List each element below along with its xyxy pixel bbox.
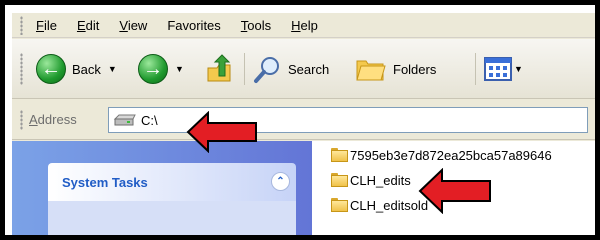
menu-edit[interactable]: Edit: [77, 18, 99, 33]
search-icon: [254, 57, 279, 83]
screenshot-frame: File Edit View Favorites Tools Help ← Ba…: [0, 0, 600, 240]
toolbar-grip[interactable]: [20, 53, 23, 85]
forward-arrow-icon: →: [138, 54, 168, 84]
up-folder-icon: [207, 54, 231, 82]
collapse-chevron-icon[interactable]: ⌃: [271, 172, 290, 191]
menu-bar: File Edit View Favorites Tools Help: [12, 13, 595, 38]
search-label: Search: [288, 61, 330, 77]
folders-icon: [356, 60, 386, 81]
system-tasks-header[interactable]: System Tasks ⌃: [48, 163, 296, 201]
task-pane: System Tasks ⌃: [12, 141, 312, 235]
back-button[interactable]: ← Back ▼: [36, 49, 117, 89]
menu-view[interactable]: View: [119, 18, 147, 33]
back-arrow-icon: ←: [36, 54, 66, 84]
back-dropdown-icon[interactable]: ▼: [108, 64, 117, 74]
system-tasks-body: [48, 201, 296, 235]
menu-tools[interactable]: Tools: [241, 18, 271, 33]
toolbar-separator: [475, 53, 476, 85]
views-icon: [484, 57, 512, 81]
search-button[interactable]: Search: [252, 49, 329, 89]
menu-favorites[interactable]: Favorites: [167, 18, 220, 33]
system-tasks-panel: System Tasks ⌃: [48, 163, 296, 235]
hard-drive-icon: [113, 114, 136, 125]
address-input[interactable]: C:\: [108, 107, 588, 133]
folders-button[interactable]: Folders: [355, 49, 436, 89]
folders-label: Folders: [393, 61, 437, 77]
back-label: Back: [72, 61, 101, 77]
annotation-arrow-address: [186, 111, 257, 153]
folder-name: 7595eb3e7d872ea25bca57a89646: [350, 147, 552, 163]
folder-icon: [331, 148, 348, 162]
list-item[interactable]: CLH_editsold: [331, 195, 428, 215]
folder-name: CLH_editsold: [350, 197, 429, 213]
address-grip[interactable]: [20, 110, 23, 130]
address-value: C:\: [141, 112, 158, 128]
forward-button[interactable]: → ▼: [138, 49, 184, 89]
menu-grip[interactable]: [20, 16, 23, 35]
forward-dropdown-icon[interactable]: ▼: [175, 64, 184, 74]
folder-icon: [331, 198, 348, 212]
menu-help[interactable]: Help: [291, 18, 318, 33]
views-button[interactable]: ▼: [484, 49, 523, 89]
system-tasks-title: System Tasks: [62, 174, 148, 190]
toolbar-separator: [244, 53, 245, 85]
annotation-arrow-clh-edits: [418, 168, 491, 214]
up-folder-button[interactable]: [205, 49, 233, 89]
folder-icon: [331, 173, 348, 187]
standard-toolbar: ← Back ▼ → ▼ Search Folders ▼: [12, 39, 595, 99]
list-item[interactable]: 7595eb3e7d872ea25bca57a89646: [331, 145, 552, 165]
explorer-window: File Edit View Favorites Tools Help ← Ba…: [12, 13, 595, 235]
views-dropdown-icon[interactable]: ▼: [514, 64, 523, 74]
folder-name: CLH_edits: [350, 172, 411, 188]
menu-file[interactable]: File: [36, 18, 57, 33]
list-item[interactable]: CLH_edits: [331, 170, 411, 190]
address-label: Address: [29, 112, 77, 127]
address-bar: Address C:\: [12, 100, 595, 140]
